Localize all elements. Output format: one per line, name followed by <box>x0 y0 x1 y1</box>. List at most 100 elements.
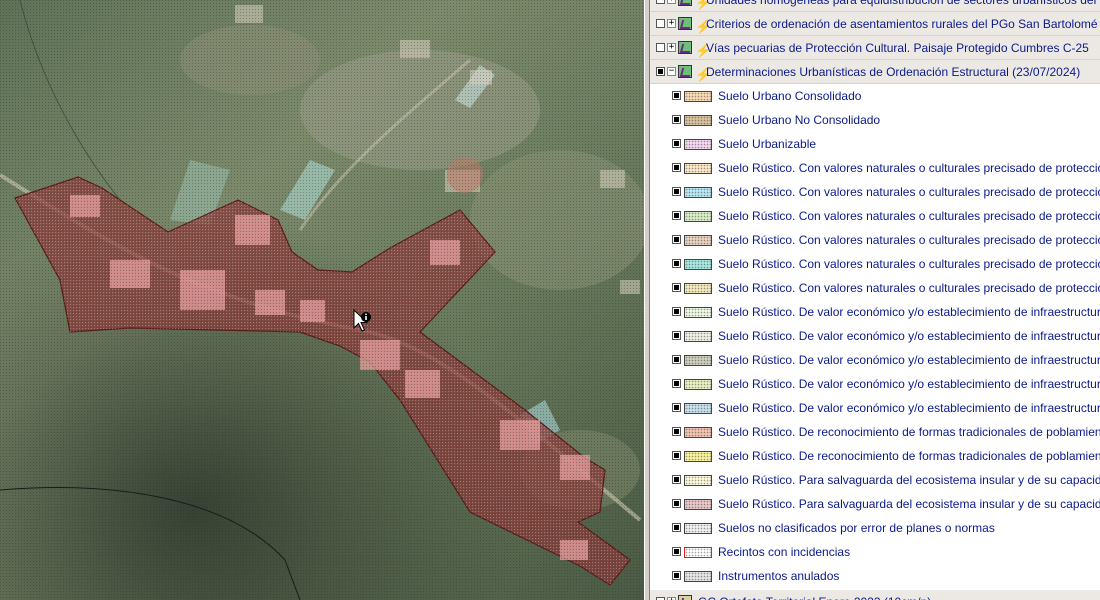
layer-visibility-checkbox[interactable] <box>656 43 665 52</box>
collapse-icon[interactable]: − <box>667 67 676 76</box>
legend-group-label: Criterios de ordenación de asentamientos… <box>706 17 1098 31</box>
legend-item-label: Suelo Rústico. Con valores naturales o c… <box>718 185 1100 199</box>
layer-type-icon <box>678 41 692 54</box>
legend-item-label: Suelo Rústico. De valor económico y/o es… <box>718 377 1100 391</box>
legend-item-label: Suelo Rústico. De valor económico y/o es… <box>718 329 1100 343</box>
info-pointer-icon <box>352 308 378 334</box>
item-visibility-checkbox[interactable] <box>672 283 681 292</box>
layer-type-icon <box>678 65 692 78</box>
legend-item-label: Suelo Urbano Consolidado <box>718 89 862 103</box>
legend-item[interactable]: Suelo Rústico. Con valores naturales o c… <box>650 180 1100 204</box>
color-swatch <box>684 331 712 342</box>
layer-visibility-checkbox[interactable] <box>656 19 665 28</box>
legend-item[interactable]: Suelo Rústico. Para salvaguarda del ecos… <box>650 492 1100 516</box>
legend-item-label: Suelo Rústico. Con valores naturales o c… <box>718 233 1100 247</box>
legend-item[interactable]: Suelo Rústico. De valor económico y/o es… <box>650 300 1100 324</box>
color-swatch <box>684 283 712 294</box>
color-swatch <box>684 187 712 198</box>
item-visibility-checkbox[interactable] <box>672 259 681 268</box>
legend-group-0[interactable]: +⚡Unidades homogéneas para equidistribuc… <box>650 0 1100 12</box>
item-visibility-checkbox[interactable] <box>672 307 681 316</box>
item-visibility-checkbox[interactable] <box>672 403 681 412</box>
legend-item[interactable]: Suelo Rústico. Con valores naturales o c… <box>650 204 1100 228</box>
legend-item-label: Suelo Rústico. De valor económico y/o es… <box>718 353 1100 367</box>
layer-type-icon <box>678 17 692 30</box>
item-visibility-checkbox[interactable] <box>672 355 681 364</box>
item-visibility-checkbox[interactable] <box>672 235 681 244</box>
item-visibility-checkbox[interactable] <box>672 163 681 172</box>
legend-item[interactable]: Suelo Rústico. De valor económico y/o es… <box>650 324 1100 348</box>
legend-item-label: Suelo Urbano No Consolidado <box>718 113 881 127</box>
layer-visibility-checkbox[interactable] <box>656 0 665 4</box>
legend-item[interactable]: Suelo Rústico. De valor económico y/o es… <box>650 396 1100 420</box>
legend-group-orthophoto[interactable]: +GC Ortofoto Territorial Enero 2023 (10c… <box>650 590 1100 600</box>
legend-item[interactable]: Suelo Rústico. Con valores naturales o c… <box>650 276 1100 300</box>
legend-group-2[interactable]: + ⚡ Vías pecuarias de Protección Cultural.… <box>650 36 1100 60</box>
color-swatch <box>684 235 712 246</box>
item-visibility-checkbox[interactable] <box>672 427 681 436</box>
item-visibility-checkbox[interactable] <box>672 91 681 100</box>
color-swatch <box>684 403 712 414</box>
legend-item-label: Suelo Rústico. Con valores naturales o c… <box>718 257 1100 271</box>
color-swatch <box>684 571 712 582</box>
item-visibility-checkbox[interactable] <box>672 331 681 340</box>
item-visibility-checkbox[interactable] <box>672 139 681 148</box>
legend-item[interactable]: Suelo Rústico. De valor económico y/o es… <box>650 372 1100 396</box>
color-swatch <box>684 115 712 126</box>
item-visibility-checkbox[interactable] <box>672 379 681 388</box>
legend-group-label: GC Ortofoto Territorial Enero 2023 (10cm… <box>698 590 931 600</box>
item-visibility-checkbox[interactable] <box>672 499 681 508</box>
legend-item[interactable]: Suelo Rústico. Con valores naturales o c… <box>650 156 1100 180</box>
legend-item-label: Suelo Rústico. De valor económico y/o es… <box>718 401 1100 415</box>
legend-item[interactable]: Suelo Rústico. Para salvaguarda del ecos… <box>650 468 1100 492</box>
legend-item[interactable]: Suelo Rústico. Con valores naturales o c… <box>650 228 1100 252</box>
legend-item-label: Suelo Rústico. De reconocimiento de form… <box>718 425 1100 439</box>
item-visibility-checkbox[interactable] <box>672 571 681 580</box>
legend-item[interactable]: Instrumentos anulados <box>650 564 1100 588</box>
legend-item[interactable]: Suelo Urbano No Consolidado <box>650 108 1100 132</box>
layer-type-icon <box>678 0 692 6</box>
raster-layer-icon <box>678 595 692 600</box>
layer-visibility-checkbox[interactable] <box>656 67 665 76</box>
legend-item[interactable]: Suelo Urbanizable <box>650 132 1100 156</box>
item-visibility-checkbox[interactable] <box>672 547 681 556</box>
legend-item[interactable]: Suelo Rústico. De reconocimiento de form… <box>650 420 1100 444</box>
legend-item-label: Suelos no clasificados por error de plan… <box>718 521 995 535</box>
color-swatch <box>684 211 712 222</box>
legend-item[interactable]: Recintos con incidencias <box>650 540 1100 564</box>
item-visibility-checkbox[interactable] <box>672 475 681 484</box>
legend-item[interactable]: Suelo Rústico. Con valores naturales o c… <box>650 252 1100 276</box>
color-swatch <box>684 355 712 366</box>
item-visibility-checkbox[interactable] <box>672 211 681 220</box>
legend-item-label: Suelo Urbanizable <box>718 137 817 151</box>
expand-icon[interactable]: + <box>667 43 676 52</box>
legend-group-3[interactable]: − ⚡ Determinaciones Urbanísticas de Ordena… <box>650 60 1100 84</box>
legend-item-label: Suelo Rústico. De valor económico y/o es… <box>718 305 1100 319</box>
legend-item[interactable]: Suelo Rústico. De valor económico y/o es… <box>650 348 1100 372</box>
expand-icon[interactable]: + <box>667 19 676 28</box>
legend-item[interactable]: Suelo Urbano Consolidado <box>650 84 1100 108</box>
legend-item[interactable]: Suelo Rústico. De reconocimiento de form… <box>650 444 1100 468</box>
legend-item-label: Suelo Rústico. Con valores naturales o c… <box>718 281 1100 295</box>
orthophoto-map[interactable] <box>0 0 644 600</box>
item-visibility-checkbox[interactable] <box>672 187 681 196</box>
legend-item[interactable]: Suelos no clasificados por error de plan… <box>650 516 1100 540</box>
legend-item-label: Suelo Rústico. Para salvaguarda del ecos… <box>718 497 1100 511</box>
color-swatch <box>684 307 712 318</box>
legend-group-label: Vías pecuarias de Protección Cultural. P… <box>706 41 1089 55</box>
color-swatch <box>684 547 712 558</box>
item-visibility-checkbox[interactable] <box>672 115 681 124</box>
legend-item-label: Suelo Rústico. Para salvaguarda del ecos… <box>718 473 1100 487</box>
expand-icon[interactable]: + <box>667 0 676 4</box>
color-swatch <box>684 475 712 486</box>
legend-item-label: Recintos con incidencias <box>718 545 851 559</box>
legend-group-1[interactable]: + ⚡ Criterios de ordenación de asentamient… <box>650 12 1100 36</box>
item-visibility-checkbox[interactable] <box>672 451 681 460</box>
legend-item-label: Suelo Rústico. Con valores naturales o c… <box>718 161 1100 175</box>
color-swatch <box>684 259 712 270</box>
color-swatch <box>684 427 712 438</box>
item-visibility-checkbox[interactable] <box>672 523 681 532</box>
map-view[interactable] <box>0 0 644 600</box>
color-swatch <box>684 91 712 102</box>
color-swatch <box>684 499 712 510</box>
